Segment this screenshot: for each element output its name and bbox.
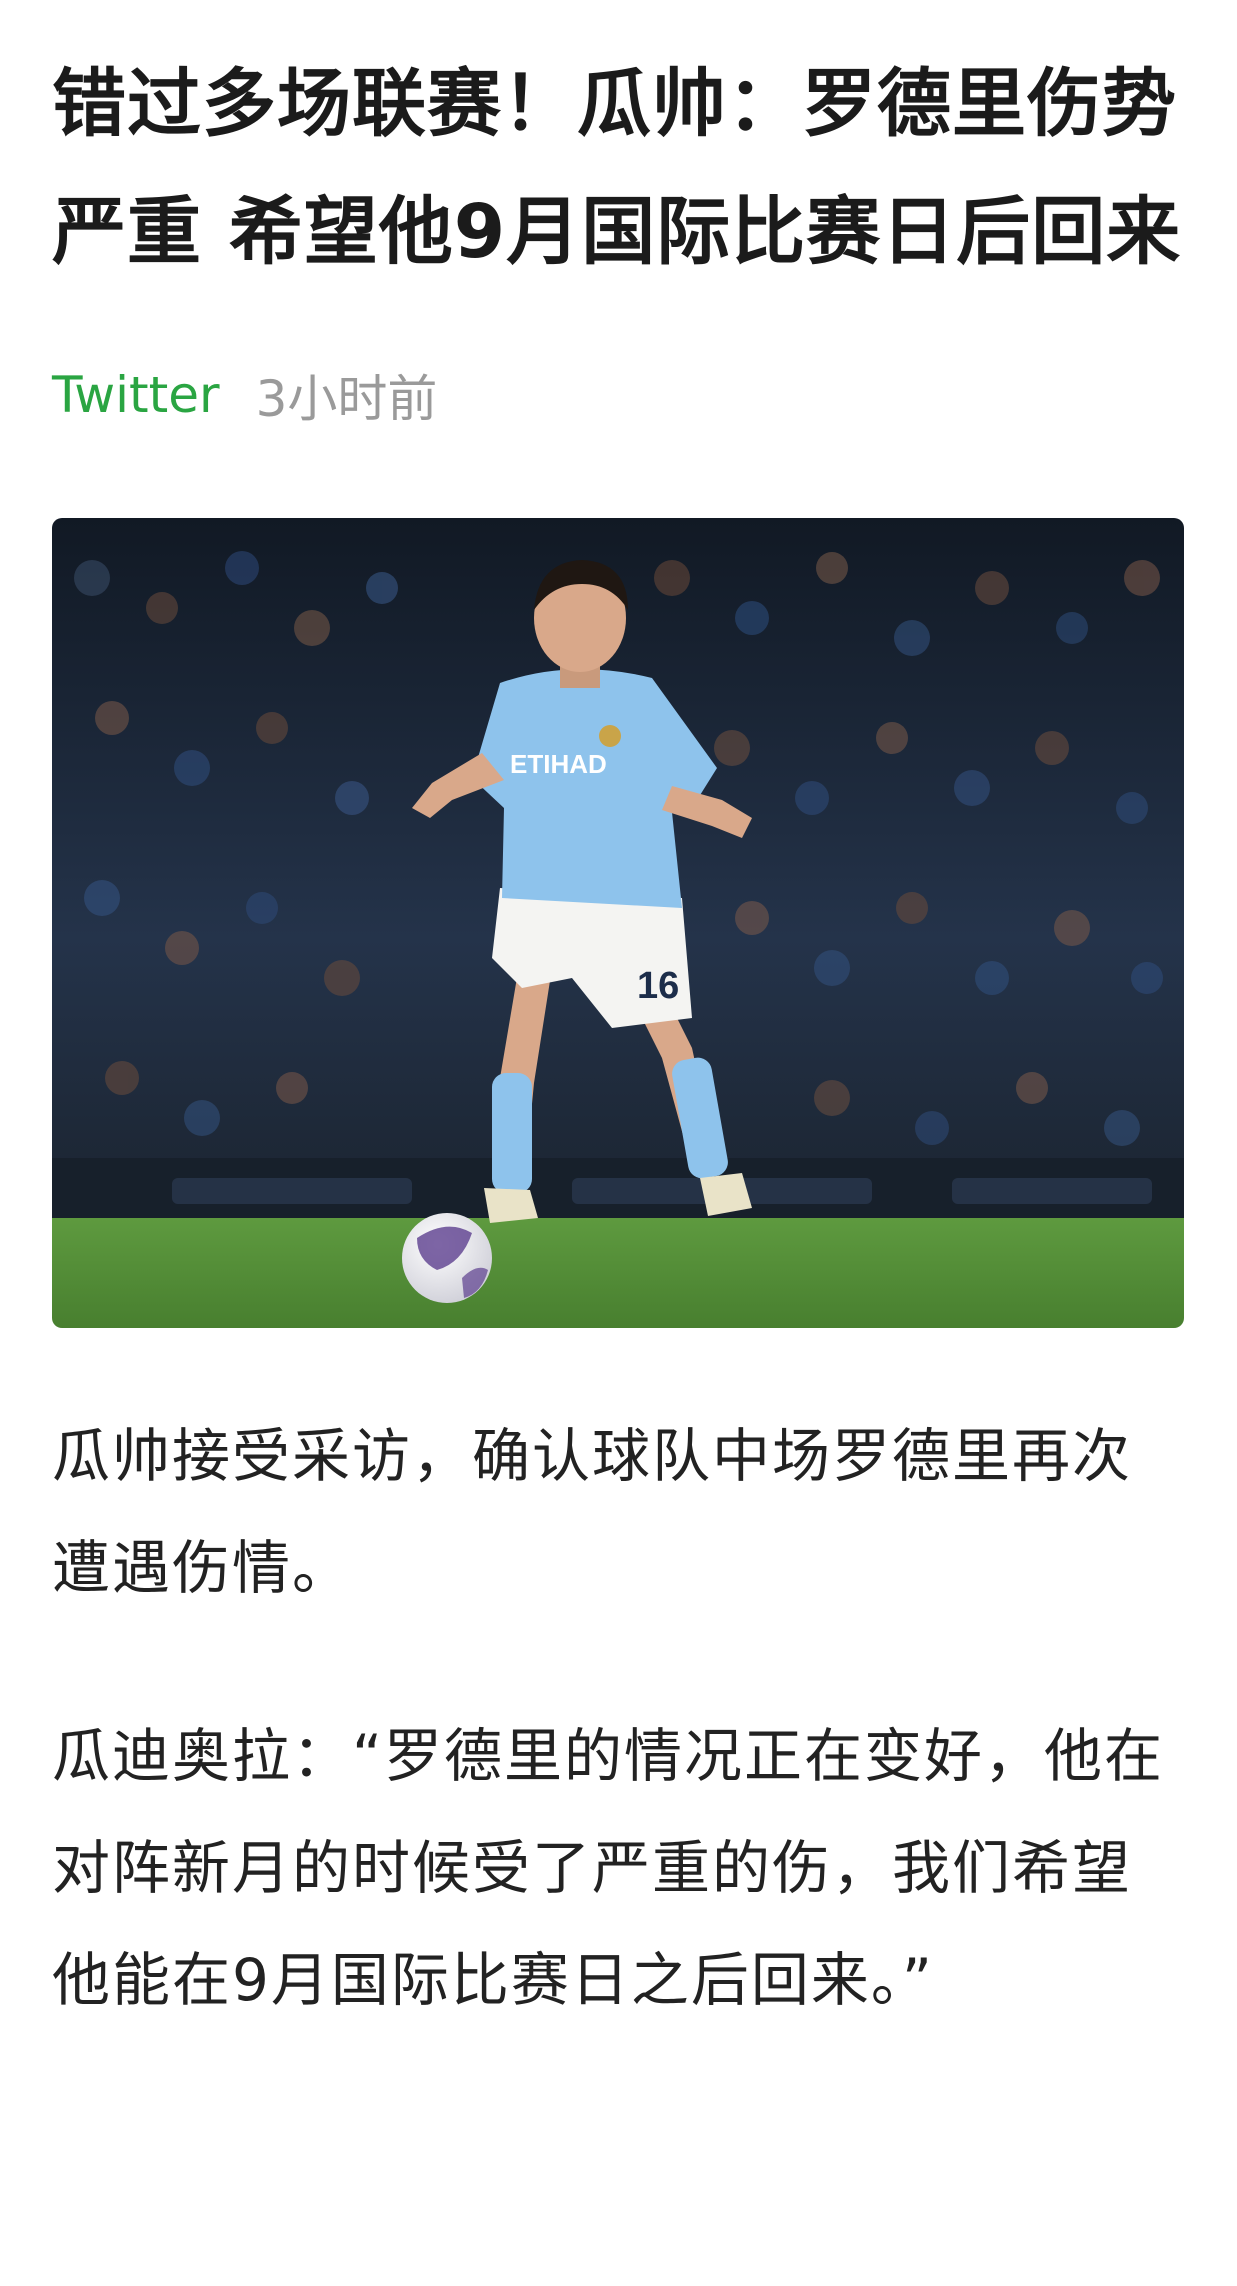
article-paragraph-2: 瓜迪奥拉：“罗德里的情况正在变好，他在对阵新月的时候受了严重的伤，我们希望他能在…	[52, 1722, 1165, 2014]
publish-time: 3小时前	[255, 370, 438, 428]
article-photo[interactable]: 16 ETIHAD	[52, 518, 1184, 1328]
source-link[interactable]: Twitter	[52, 366, 220, 424]
player-photo-illustration: 16 ETIHAD	[52, 518, 1184, 1328]
shirt-sponsor: ETIHAD	[510, 749, 607, 779]
pitch	[52, 1218, 1184, 1328]
article-headline: 错过多场联赛！瓜帅：罗德里伤势严重 希望他9月国际比赛日后回来	[52, 61, 1182, 275]
jersey-number: 16	[637, 965, 679, 1007]
article: 错过多场联赛！瓜帅：罗德里伤势严重 希望他9月国际比赛日后回来 Twitter …	[52, 40, 1184, 2036]
football	[402, 1213, 492, 1303]
article-meta: Twitter 3小时前	[52, 360, 1184, 430]
article-paragraph-1: 瓜帅接受采访，确认球队中场罗德里再次遭遇伤情。	[52, 1422, 1133, 1602]
